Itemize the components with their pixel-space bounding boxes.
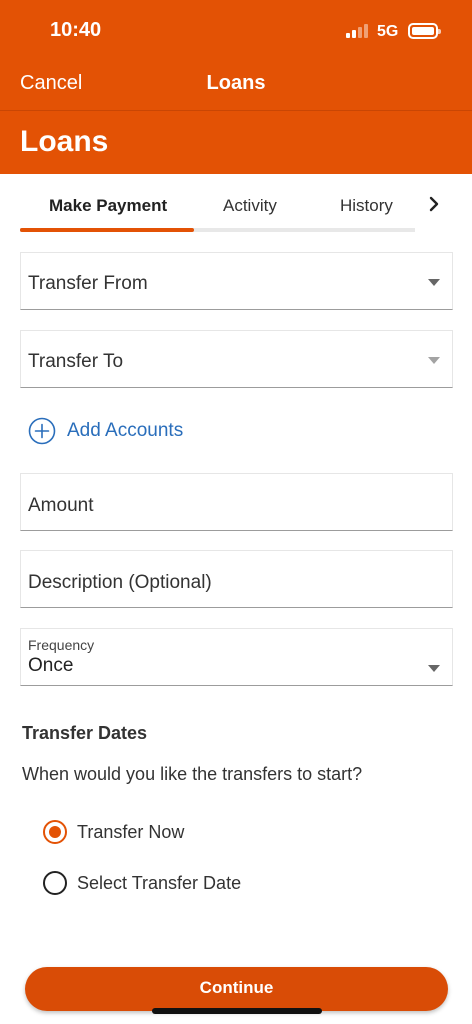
transfer-to-select[interactable]: Transfer To: [20, 330, 453, 388]
caret-down-icon: [428, 279, 440, 286]
transfer-from-label: Transfer From: [28, 273, 148, 294]
radio-transfer-now-label: Transfer Now: [77, 822, 185, 842]
add-accounts-button[interactable]: Add Accounts: [28, 416, 208, 446]
tab-bar: Make Payment Activity History: [0, 174, 472, 236]
radio-select-transfer-date[interactable]: Select Transfer Date: [43, 871, 303, 897]
description-placeholder: Description (Optional): [28, 572, 212, 593]
frequency-select[interactable]: Frequency Once: [20, 628, 453, 686]
nav-title: Loans: [206, 72, 266, 94]
status-time: 10:40: [50, 19, 102, 41]
continue-button[interactable]: Continue: [25, 967, 448, 1011]
frequency-value: Once: [28, 655, 74, 676]
status-bar: 10:40 5G: [0, 0, 472, 60]
active-tab-indicator: [20, 228, 194, 232]
network-type: 5G: [377, 23, 399, 40]
description-input[interactable]: Description (Optional): [20, 550, 453, 608]
home-indicator: [152, 1008, 322, 1014]
signal-icon: [346, 24, 370, 38]
tab-activity[interactable]: Activity: [223, 196, 277, 216]
caret-down-icon: [428, 357, 440, 364]
caret-down-icon: [428, 665, 440, 672]
tab-history[interactable]: History: [340, 196, 393, 216]
tab-make-payment[interactable]: Make Payment: [49, 196, 167, 216]
transfer-from-select[interactable]: Transfer From: [20, 252, 453, 310]
amount-input[interactable]: Amount: [20, 473, 453, 531]
radio-selected-icon: [43, 820, 67, 844]
transfer-dates-title: Transfer Dates: [22, 723, 148, 743]
radio-select-date-label: Select Transfer Date: [77, 873, 242, 893]
radio-unselected-icon: [43, 871, 67, 895]
nav-bar: Cancel Loans: [0, 60, 472, 110]
add-accounts-label: Add Accounts: [67, 420, 184, 441]
radio-transfer-now[interactable]: Transfer Now: [43, 820, 303, 846]
plus-circle-icon: [28, 417, 56, 445]
page-title: Loans: [20, 125, 109, 158]
transfer-start-question: When would you like the transfers to sta…: [22, 764, 363, 784]
frequency-label: Frequency: [28, 637, 95, 653]
battery-icon: [408, 23, 441, 39]
transfer-to-label: Transfer To: [28, 351, 124, 372]
chevron-right-icon[interactable]: [426, 192, 446, 216]
amount-placeholder: Amount: [28, 495, 94, 516]
page-header: Loans: [0, 110, 472, 174]
